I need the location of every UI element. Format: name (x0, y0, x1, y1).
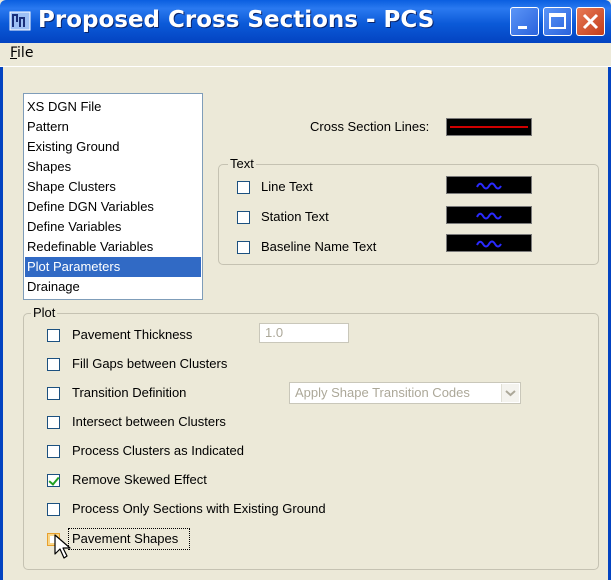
mouse-cursor-icon (54, 534, 71, 559)
minimize-icon (518, 26, 527, 29)
list-item-shape-clusters[interactable]: Shape Clusters (25, 177, 201, 197)
process-only-sections-label: Process Only Sections with Existing Grou… (72, 501, 326, 516)
close-button[interactable] (576, 7, 605, 36)
list-item-drainage[interactable]: Drainage (25, 277, 201, 297)
category-list[interactable]: XS DGN File Pattern Existing Ground Shap… (23, 93, 203, 300)
intersect-clusters-label: Intersect between Clusters (72, 414, 226, 429)
station-text-swatch[interactable] (446, 206, 532, 224)
baseline-name-text-label: Baseline Name Text (261, 239, 377, 254)
menu-bar: File (0, 43, 611, 67)
list-item-define-variables[interactable]: Define Variables (25, 217, 201, 237)
text-style-icon (476, 182, 502, 190)
transition-definition-checkbox[interactable] (47, 387, 60, 400)
pavement-thickness-input[interactable]: 1.0 (259, 323, 349, 343)
fill-gaps-checkbox[interactable] (47, 358, 60, 371)
remove-skewed-label: Remove Skewed Effect (72, 472, 207, 487)
line-color-sample (450, 126, 528, 128)
close-icon (582, 13, 599, 30)
line-text-checkbox[interactable] (237, 181, 250, 194)
list-item-shapes[interactable]: Shapes (25, 157, 201, 177)
title-bar[interactable]: Proposed Cross Sections - PCS (0, 0, 611, 43)
baseline-name-text-checkbox[interactable] (237, 241, 250, 254)
pavement-thickness-label: Pavement Thickness (72, 327, 193, 342)
menu-file[interactable]: File (10, 45, 33, 61)
list-item-plot-parameters[interactable]: Plot Parameters (25, 257, 201, 277)
process-only-sections-checkbox[interactable] (47, 503, 60, 516)
window-border-left (0, 43, 3, 580)
maximize-icon (549, 13, 566, 29)
list-item-xs-dgn-file[interactable]: XS DGN File (25, 97, 201, 117)
station-text-checkbox[interactable] (237, 211, 250, 224)
line-text-label: Line Text (261, 179, 313, 194)
list-item-redefinable-variables[interactable]: Redefinable Variables (25, 237, 201, 257)
pavement-thickness-checkbox[interactable] (47, 329, 60, 342)
text-group-legend: Text (228, 156, 256, 171)
list-item-existing-ground[interactable]: Existing Ground (25, 137, 201, 157)
fill-gaps-label: Fill Gaps between Clusters (72, 356, 228, 371)
app-icon (9, 10, 31, 32)
menu-file-mnemonic: F (10, 45, 18, 61)
text-style-icon (476, 240, 502, 248)
menu-file-label: ile (17, 45, 34, 61)
list-item-define-dgn-variables[interactable]: Define DGN Variables (25, 197, 201, 217)
station-text-label: Station Text (261, 209, 329, 224)
text-style-icon (476, 212, 502, 220)
transition-definition-value: Apply Shape Transition Codes (295, 385, 470, 400)
intersect-clusters-checkbox[interactable] (47, 416, 60, 429)
maximize-button[interactable] (543, 7, 572, 36)
pavement-shapes-label: Pavement Shapes (72, 531, 179, 546)
list-item-pattern[interactable]: Pattern (25, 117, 201, 137)
transition-definition-label: Transition Definition (72, 385, 187, 400)
transition-definition-select[interactable]: Apply Shape Transition Codes (289, 382, 521, 404)
cross-section-lines-label: Cross Section Lines: (310, 119, 430, 134)
baseline-name-text-swatch[interactable] (446, 234, 532, 252)
remove-skewed-checkbox[interactable] (47, 474, 60, 487)
line-text-swatch[interactable] (446, 176, 532, 194)
plot-group-legend: Plot (31, 305, 58, 320)
cross-section-lines-swatch[interactable] (446, 118, 532, 136)
process-clusters-checkbox[interactable] (47, 445, 60, 458)
chevron-down-icon[interactable] (501, 384, 519, 402)
window-title: Proposed Cross Sections - PCS (38, 7, 435, 33)
minimize-button[interactable] (510, 7, 539, 36)
process-clusters-label: Process Clusters as Indicated (72, 443, 244, 458)
